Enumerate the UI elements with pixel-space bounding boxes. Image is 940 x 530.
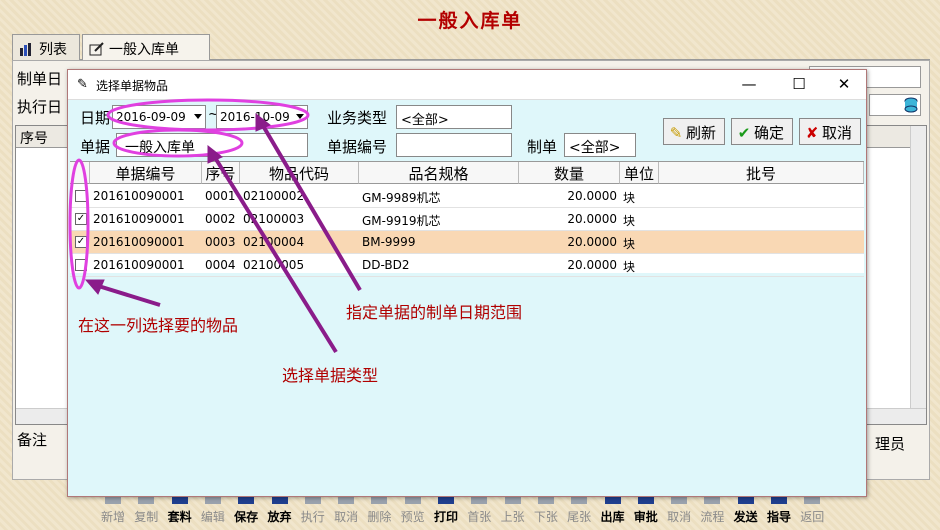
annotation-date-range: 指定单据的制单日期范围 — [346, 303, 523, 322]
date-range-highlight — [106, 98, 310, 132]
doc-type-highlight — [112, 128, 244, 158]
arrow-head — [84, 279, 105, 295]
annotation-doc-type: 选择单据类型 — [282, 366, 379, 385]
arrow-to-date — [260, 122, 362, 292]
annotation-overlay — [68, 98, 362, 354]
arrow-head — [207, 144, 223, 164]
checkbox-column-highlight — [68, 158, 90, 290]
annotation-select-items: 在这一列选择要的物品 — [78, 316, 239, 335]
arrow-to-checkbox — [91, 282, 161, 307]
